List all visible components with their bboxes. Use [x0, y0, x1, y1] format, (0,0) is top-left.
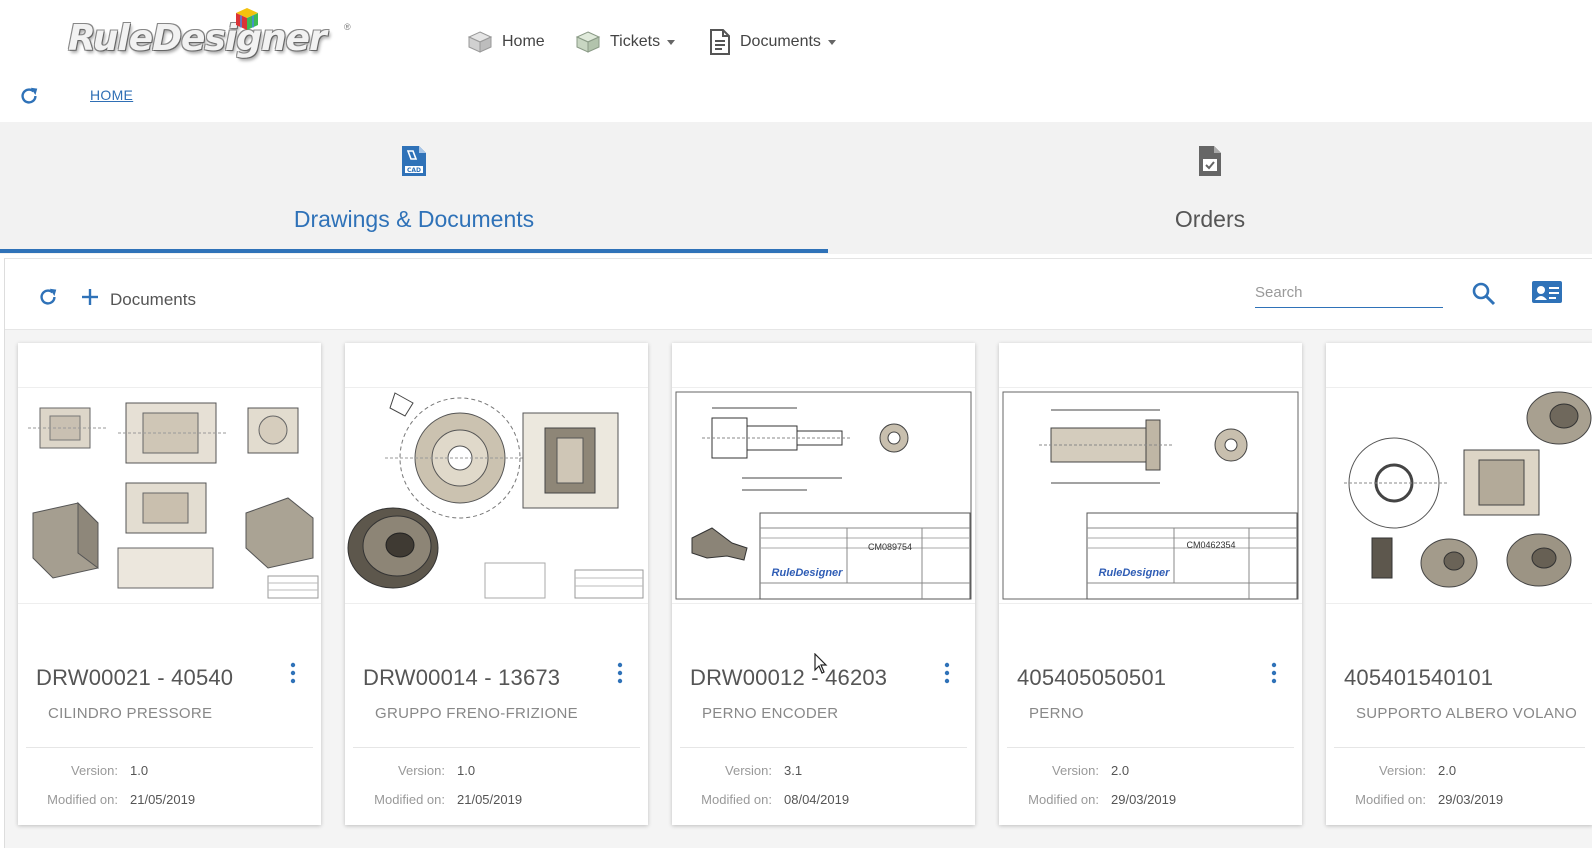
nav-home-label: Home [502, 33, 545, 50]
modified-label: Modified on: [374, 792, 445, 807]
active-tab-indicator [0, 249, 828, 253]
card-subtitle: PERNO [1029, 705, 1084, 722]
chevron-down-icon [827, 39, 836, 45]
drawing-thumbnail[interactable]: CM089754 RuleDesigner [672, 387, 975, 604]
card-title[interactable]: 405405050501 [1017, 665, 1227, 691]
nav-home[interactable]: Home [466, 30, 545, 54]
card-title[interactable]: DRW00021 - 40540 [36, 665, 246, 691]
card-subtitle: PERNO ENCODER [702, 705, 839, 722]
card-title[interactable]: 405401540101 [1344, 665, 1554, 691]
documents-panel: Documents Search DRW00021 - 40540 CILIND… [4, 258, 1592, 848]
card-divider [1334, 747, 1585, 748]
refresh-icon[interactable] [18, 85, 40, 107]
search-icon[interactable] [1471, 281, 1497, 307]
card-divider [1007, 747, 1294, 748]
version-value: 2.0 [1438, 763, 1457, 778]
modified-value: 29/03/2019 [1438, 792, 1504, 807]
version-value: 2.0 [1111, 763, 1130, 778]
search-input[interactable] [1255, 279, 1443, 308]
version-value: 3.1 [784, 763, 803, 778]
drawing-thumbnail[interactable] [345, 387, 648, 604]
more-options-icon[interactable] [942, 661, 952, 685]
card-title[interactable]: DRW00012 - 46203 [690, 665, 900, 691]
chevron-down-icon [667, 39, 676, 45]
tab-orders[interactable]: Orders [828, 122, 1592, 254]
drawing-thumbnail[interactable]: CM0462354 RuleDesigner [999, 387, 1302, 604]
add-icon[interactable] [79, 286, 101, 308]
drawing-code-label: CM089754 [868, 542, 912, 552]
drawing-thumbnail[interactable] [1326, 387, 1592, 604]
cad-file-icon: CAD [402, 146, 426, 176]
drawing-thumbnail[interactable] [18, 387, 321, 604]
drawing-code-label: CM0462354 [1186, 540, 1235, 550]
order-document-icon [1199, 146, 1221, 176]
card-divider [26, 747, 313, 748]
contact-card-icon[interactable] [1531, 279, 1563, 305]
svg-text:CAD: CAD [407, 167, 421, 174]
modified-value: 29/03/2019 [1111, 792, 1177, 807]
modified-label: Modified on: [1028, 792, 1099, 807]
more-options-icon[interactable] [615, 661, 625, 685]
document-card[interactable]: CM089754 RuleDesigner DRW00012 - 46203 P… [672, 343, 975, 825]
version-label: Version: [1052, 763, 1099, 778]
modified-label: Modified on: [1355, 792, 1426, 807]
card-subtitle: CILINDRO PRESSORE [48, 705, 213, 722]
tab-bar: CAD Drawings & Documents Orders [0, 122, 1592, 254]
document-card[interactable]: DRW00014 - 13673 GRUPPO FRENO-FRIZIONE V… [345, 343, 648, 825]
more-options-icon[interactable] [1269, 661, 1279, 685]
version-value: 1.0 [130, 763, 149, 778]
tab-drawings-documents[interactable]: CAD Drawings & Documents [0, 122, 828, 254]
document-card[interactable]: DRW00021 - 40540 CILINDRO PRESSORE Versi… [18, 343, 321, 825]
version-value: 1.0 [457, 763, 476, 778]
version-label: Version: [71, 763, 118, 778]
modified-label: Modified on: [701, 792, 772, 807]
logo-registered-mark: ® [344, 22, 351, 32]
card-subtitle: GRUPPO FRENO-FRIZIONE [375, 705, 578, 722]
nav-documents-label: Documents [740, 33, 821, 50]
document-card[interactable]: 405401540101 SUPPORTO ALBERO VOLANO Vers… [1326, 343, 1592, 825]
version-label: Version: [725, 763, 772, 778]
more-options-icon[interactable] [288, 661, 298, 685]
tab-drawings-label: Drawings & Documents [293, 206, 535, 232]
version-label: Version: [398, 763, 445, 778]
card-title[interactable]: DRW00014 - 13673 [363, 665, 573, 691]
nav-tickets-label: Tickets [610, 33, 661, 50]
nav-documents[interactable]: Documents [708, 29, 836, 55]
breadcrumb-home[interactable]: HOME [90, 87, 133, 103]
card-subtitle: SUPPORTO ALBERO VOLANO [1356, 705, 1578, 722]
card-divider [680, 747, 967, 748]
drawing-brand-label: RuleDesigner [1099, 567, 1171, 579]
logo-text: RuleDesigner [68, 18, 327, 59]
modified-value: 08/04/2019 [784, 792, 850, 807]
modified-value: 21/05/2019 [457, 792, 523, 807]
add-documents-button[interactable]: Documents [110, 290, 196, 310]
refresh-icon[interactable] [37, 286, 59, 308]
document-icon [710, 29, 730, 55]
drawing-brand-label: RuleDesigner [772, 567, 844, 579]
home-cube-icon [467, 31, 493, 53]
document-card[interactable]: CM0462354 RuleDesigner 405405050501 PERN… [999, 343, 1302, 825]
tab-orders-label: Orders [1174, 206, 1246, 232]
nav-tickets[interactable]: Tickets [574, 30, 676, 54]
top-bar: RuleDesigner ® Home Tickets Documents HO… [0, 0, 1592, 122]
documents-toolbar: Documents [5, 259, 1592, 330]
logo-cube-icon [236, 8, 258, 30]
modified-label: Modified on: [47, 792, 118, 807]
tickets-cube-icon [575, 31, 601, 53]
modified-value: 21/05/2019 [130, 792, 196, 807]
card-divider [353, 747, 640, 748]
app-logo[interactable]: RuleDesigner ® [68, 8, 358, 62]
version-label: Version: [1379, 763, 1426, 778]
mouse-cursor-icon [814, 653, 828, 674]
